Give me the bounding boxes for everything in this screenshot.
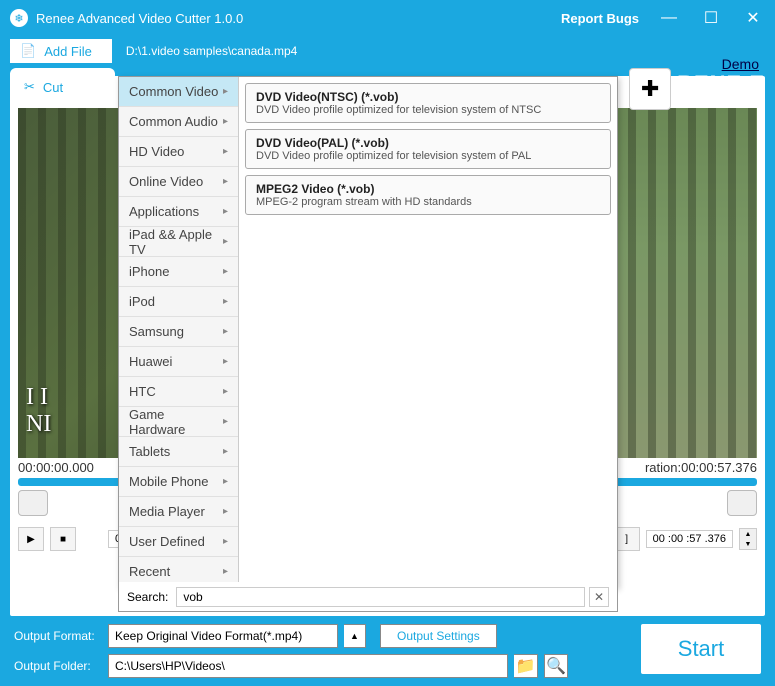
brand-sub: Laboratory [677,95,765,105]
format-item[interactable]: DVD Video(NTSC) (*.vob)DVD Video profile… [245,83,611,123]
video-overlay-text: I I NI [26,384,51,438]
category-online-video[interactable]: Online Video▸ [119,167,238,197]
category-common-audio[interactable]: Common Audio▸ [119,107,238,137]
category-htc[interactable]: HTC▸ [119,377,238,407]
format-item[interactable]: MPEG2 Video (*.vob)MPEG-2 program stream… [245,175,611,215]
open-folder-button[interactable]: 🔍 [544,654,568,678]
output-settings-button[interactable]: Output Settings [380,624,497,648]
tab-cut-label: Cut [43,80,63,95]
output-folder-label: Output Folder: [14,659,102,673]
close-button[interactable]: ✕ [741,6,765,30]
app-icon: ❄ [10,9,28,27]
add-file-button[interactable]: 📄 Add File [10,39,112,63]
file-path: D:\1.video samples\canada.mp4 [126,44,297,58]
play-button[interactable]: ▶ [18,527,44,551]
output-folder-input[interactable] [108,654,508,678]
marker-out[interactable] [727,490,757,516]
brand-icon: ✚ [629,68,671,110]
brand-name: RENE.E [677,73,765,95]
category-iphone[interactable]: iPhone▸ [119,257,238,287]
browse-folder-button[interactable]: 📁 [514,654,538,678]
tab-cut[interactable]: ✂ Cut [10,68,115,106]
scissors-icon: ✂ [24,79,35,95]
category-common-video[interactable]: Common Video▸ [119,77,238,107]
add-file-icon: 📄 [20,43,36,59]
format-item[interactable]: DVD Video(PAL) (*.vob)DVD Video profile … [245,129,611,169]
search-clear-button[interactable]: ✕ [589,587,609,607]
search-label: Search: [127,590,168,604]
search-input[interactable] [176,587,585,607]
category-hd-video[interactable]: HD Video▸ [119,137,238,167]
category-media-player[interactable]: Media Player▸ [119,497,238,527]
category-tablets[interactable]: Tablets▸ [119,437,238,467]
category-samsung[interactable]: Samsung▸ [119,317,238,347]
output-format-dropdown-button[interactable]: ▲ [344,624,366,648]
category-user-defined[interactable]: User Defined▸ [119,527,238,557]
demo-link[interactable]: Demo [722,56,759,72]
category-ipad-apple-tv[interactable]: iPad && Apple TV▸ [119,227,238,257]
format-dropdown: Common Video▸Common Audio▸HD Video▸Onlin… [118,76,618,588]
category-huawei[interactable]: Huawei▸ [119,347,238,377]
add-file-label: Add File [44,44,92,59]
output-format-label: Output Format: [14,629,102,643]
timecode-start: 00:00:00.000 [18,460,94,476]
brand-logo: ✚ RENE.E Laboratory [629,68,765,110]
time-out-stepper[interactable]: ▲▼ [739,528,757,550]
category-mobile-phone[interactable]: Mobile Phone▸ [119,467,238,497]
maximize-button[interactable]: ☐ [699,6,723,30]
minimize-button[interactable]: — [657,6,681,30]
marker-in[interactable] [18,490,48,516]
category-applications[interactable]: Applications▸ [119,197,238,227]
output-format-select[interactable]: Keep Original Video Format(*.mp4) [108,624,338,648]
start-button[interactable]: Start [641,624,761,674]
category-ipod[interactable]: iPod▸ [119,287,238,317]
timecode-duration: ration:00:00:57.376 [645,460,757,476]
app-title: Renee Advanced Video Cutter 1.0.0 [36,11,561,26]
stop-button[interactable]: ■ [50,527,76,551]
report-bugs-link[interactable]: Report Bugs [561,11,639,26]
time-out-field[interactable]: 00 :00 :57 .376 [646,530,733,548]
category-game-hardware[interactable]: Game Hardware▸ [119,407,238,437]
